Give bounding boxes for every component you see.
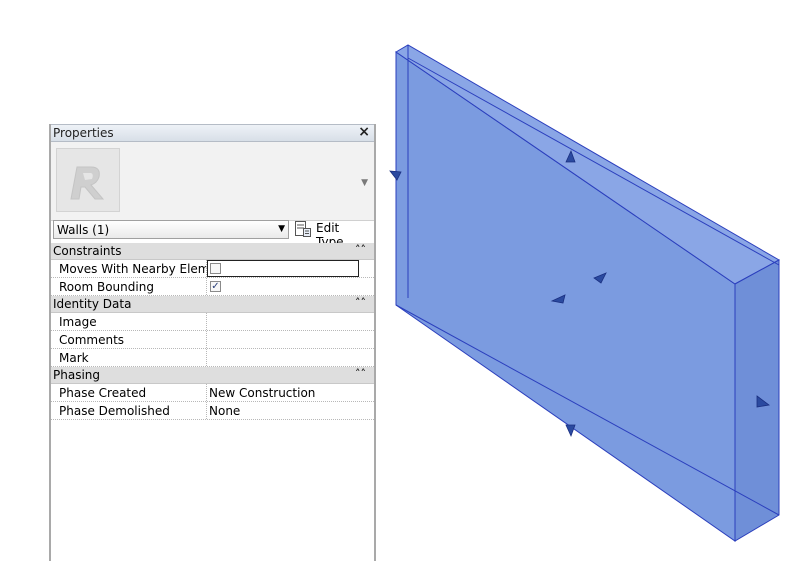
revit-logo-icon [70,166,105,200]
collapse-icon[interactable]: ˄˄ [355,296,366,309]
property-row-moves-with-nearby: Moves With Nearby Elem... [51,260,374,278]
properties-title: Properties [53,126,114,140]
property-value: New Construction [209,386,316,400]
property-value-cell[interactable] [206,331,374,348]
shape-handle-bottom-arrow[interactable] [565,424,576,438]
properties-palette: Properties × ▼ Walls (1) ▼ Edit Type Con… [49,124,376,561]
property-name: Comments [59,333,125,347]
property-value-cell[interactable]: ✓ [206,278,374,295]
property-value: None [209,404,241,418]
group-phasing[interactable]: Phasing ˄˄ [51,367,374,384]
group-label: Identity Data [53,297,132,311]
chevron-down-icon[interactable]: ▼ [361,178,368,188]
property-name: Moves With Nearby Elem... [59,262,207,276]
wall-front-face [395,51,736,542]
close-icon[interactable]: × [358,124,370,140]
property-row-phase-created: Phase Created New Construction [51,384,374,402]
property-name: Mark [59,351,89,365]
property-value-cell[interactable]: New Construction [206,384,374,401]
collapse-icon[interactable]: ˄˄ [355,367,366,380]
type-selector-value: Walls (1) [57,223,110,237]
property-value-cell[interactable] [206,349,374,366]
property-row-room-bounding: Room Bounding ✓ [51,278,374,296]
room-bounding-checkbox[interactable]: ✓ [210,281,221,292]
group-label: Phasing [53,368,101,382]
type-selector-preview[interactable]: ▼ [51,142,374,221]
property-name: Room Bounding [59,280,154,294]
property-value-cell[interactable] [206,313,374,330]
edit-type-button[interactable]: Edit Type [294,219,369,249]
type-selector-dropdown[interactable]: Walls (1) ▼ [53,220,289,239]
property-row-phase-demolished: Phase Demolished None [51,402,374,420]
property-grid: Constraints ˄˄ Moves With Nearby Elem...… [51,243,374,420]
collapse-icon[interactable]: ˄˄ [355,243,366,256]
property-name: Image [59,315,97,329]
type-thumbnail [56,148,120,212]
property-row-image: Image [51,313,374,331]
group-identity-data[interactable]: Identity Data ˄˄ [51,296,374,313]
property-name: Phase Demolished [59,404,170,418]
property-value-cell[interactable] [206,260,374,277]
group-label: Constraints [53,244,122,258]
properties-titlebar[interactable]: Properties × [51,124,374,142]
edit-type-icon [295,221,311,237]
wall-element[interactable] [395,44,781,542]
property-name: Phase Created [59,386,147,400]
property-value-cell[interactable]: None [206,402,374,419]
active-cell-frame [207,260,359,277]
group-constraints[interactable]: Constraints ˄˄ [51,243,374,260]
property-row-mark: Mark [51,349,374,367]
moves-with-nearby-checkbox[interactable] [210,263,221,274]
chevron-down-icon: ▼ [278,224,285,234]
property-row-comments: Comments [51,331,374,349]
